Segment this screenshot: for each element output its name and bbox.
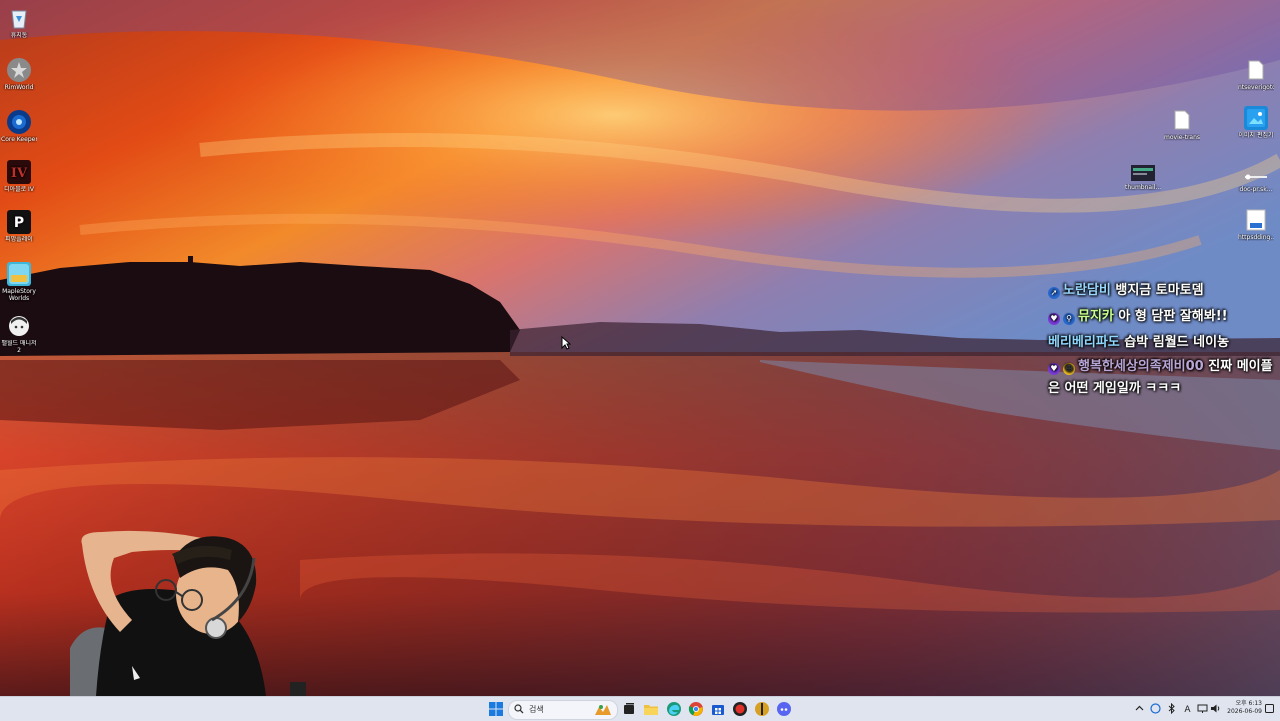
- maplestory-worlds-icon: [7, 262, 31, 286]
- desktop-icon-label: ntseverigoto...: [1238, 84, 1274, 91]
- microsoft-store-button[interactable]: [710, 701, 726, 717]
- desktop-icon-diablo[interactable]: IV 디아블로 IV: [1, 160, 37, 193]
- edge-button[interactable]: [666, 701, 682, 717]
- document-icon: [1244, 208, 1268, 232]
- desktop-icon-label: 디아블로 IV: [4, 186, 34, 193]
- desktop-icon-file-1[interactable]: ntseverigoto...: [1238, 58, 1274, 91]
- chat-message: ♥ ⚲ 뮤지카 아 형 담판 잘해봐!!: [1048, 304, 1274, 330]
- file-icon: [1244, 58, 1268, 82]
- rimworld-icon: [7, 58, 31, 82]
- chat-message: ♥ ☻ 행복한세상의족제비00 진짜 메이플은 어떤 게임일까 ㅋㅋㅋ: [1048, 356, 1274, 400]
- image-file-icon: [1244, 106, 1268, 130]
- volume-icon[interactable]: [1210, 703, 1221, 714]
- desktop-icon-label: 피망플레이: [5, 236, 33, 243]
- app-yellow-button[interactable]: [754, 701, 770, 717]
- diablo-iv-icon: IV: [7, 160, 31, 184]
- chat-username: 베리베리파도: [1048, 335, 1120, 350]
- pmang-icon: P: [7, 210, 31, 234]
- heart-badge-icon: ♥: [1048, 363, 1060, 375]
- desktop-icon-thumbnail[interactable]: thumbnail...: [1125, 164, 1161, 191]
- desktop-icon-anime-app[interactable]: 팰월드 매니저 2: [1, 314, 37, 354]
- streamer-webcam: [70, 530, 306, 696]
- discord-icon: [777, 702, 791, 716]
- desktop-icon-label: movie-trans...: [1164, 134, 1200, 141]
- chat-message: ➚ 노란담비 뱅지금 토마토뎀: [1048, 278, 1274, 304]
- desktop-icon-label: thumbnail...: [1125, 184, 1161, 191]
- chat-text: 습박 림월드 네이농: [1124, 335, 1230, 350]
- key-badge-icon: ⚲: [1063, 313, 1075, 325]
- mouse-cursor-icon: [561, 336, 571, 350]
- desktop-icon-document[interactable]: httpsdding...: [1238, 208, 1274, 241]
- chrome-icon: [688, 702, 703, 716]
- chat-text: 뱅지금 토마토뎀: [1115, 283, 1204, 298]
- system-clock[interactable]: 오후 6:13 2026-06-09: [1222, 700, 1262, 716]
- svg-text:IV: IV: [11, 166, 28, 181]
- discord-button[interactable]: [776, 701, 792, 717]
- chrome-button[interactable]: [688, 701, 704, 717]
- desktop-icon-label: Core Keeper: [1, 136, 37, 143]
- chat-username: 노란담비: [1063, 283, 1111, 298]
- desktop-icon-maplestory-worlds[interactable]: MapleStory Worlds: [1, 262, 37, 302]
- search-highlight-icon: [595, 705, 611, 715]
- language-icon[interactable]: A: [1182, 703, 1193, 714]
- desktop-icon-shortcut[interactable]: doc-pr.sk...: [1238, 170, 1274, 193]
- task-view-icon: [624, 703, 634, 714]
- display-icon[interactable]: [1197, 703, 1208, 714]
- edge-icon: [667, 702, 681, 716]
- clock-date: 2026-06-09: [1227, 708, 1262, 715]
- svg-text:P: P: [14, 215, 24, 231]
- heart-badge-icon: ♥: [1048, 313, 1060, 325]
- search-icon: [514, 704, 524, 714]
- desktop-icon-rimworld[interactable]: RimWorld: [1, 58, 37, 91]
- shortcut-icon: [1244, 170, 1268, 184]
- task-view-button[interactable]: [621, 701, 637, 717]
- desktop-icon-file-2[interactable]: movie-trans...: [1164, 108, 1200, 141]
- core-keeper-icon: [7, 110, 31, 134]
- desktop-icon-label: httpsdding...: [1238, 234, 1274, 241]
- anime-app-icon: [7, 314, 31, 338]
- desktop-icon-core-keeper[interactable]: Core Keeper: [1, 110, 37, 143]
- emoji-badge-icon: ☻: [1063, 363, 1075, 375]
- desktop-icon-pmang[interactable]: P 피망플레이: [1, 210, 37, 243]
- chat-username: 뮤지카: [1078, 309, 1114, 324]
- recycle-bin-icon: [7, 6, 31, 30]
- start-button[interactable]: [488, 701, 504, 717]
- chat-username: 행복한세상의족제비00: [1078, 359, 1204, 374]
- folder-icon: [644, 705, 658, 715]
- network-icon[interactable]: [1150, 703, 1161, 714]
- windows-logo-icon: [489, 702, 503, 716]
- chat-text: 아 형 담판 잘해봐!!: [1118, 309, 1228, 324]
- notification-icon[interactable]: [1264, 703, 1275, 714]
- desktop-icon-label: MapleStory Worlds: [2, 288, 36, 302]
- desktop-icon-image-editor[interactable]: 이미지 편집기: [1238, 106, 1274, 139]
- file-explorer-button[interactable]: [643, 701, 659, 717]
- rocket-badge-icon: ➚: [1048, 287, 1060, 299]
- desktop-icon-label: 휴지통: [10, 32, 28, 39]
- thumbnail-icon: [1131, 164, 1155, 182]
- desktop-icon-label: doc-pr.sk...: [1239, 186, 1273, 193]
- chat-message: 베리베리파도 습박 림월드 네이농: [1048, 330, 1274, 356]
- taskbar: 검색 A 오후 6:13 2026-06-09: [0, 696, 1280, 721]
- chevron-up-icon[interactable]: [1134, 703, 1145, 714]
- clock-time: 오후 6:13: [1235, 700, 1262, 707]
- yellow-app-icon: [755, 702, 769, 716]
- store-icon: [712, 705, 724, 715]
- stream-chat-overlay: ➚ 노란담비 뱅지금 토마토뎀 ♥ ⚲ 뮤지카 아 형 담판 잘해봐!! 베리베리파도…: [1048, 278, 1274, 400]
- svg-text:A: A: [1184, 705, 1191, 714]
- search-placeholder: 검색: [529, 705, 544, 714]
- bluetooth-icon[interactable]: [1166, 703, 1177, 714]
- desktop-icon-label: RimWorld: [4, 84, 34, 91]
- desktop-icon-label: 이미지 편집기: [1238, 132, 1274, 139]
- file-icon: [1170, 108, 1194, 132]
- desktop-icon-recycle-bin[interactable]: 휴지통: [1, 6, 37, 39]
- red-app-icon: [733, 702, 747, 716]
- taskbar-search-box[interactable]: 검색: [508, 700, 618, 720]
- desktop-icon-label: 팰월드 매니저 2: [1, 340, 37, 354]
- app-red-button[interactable]: [732, 701, 748, 717]
